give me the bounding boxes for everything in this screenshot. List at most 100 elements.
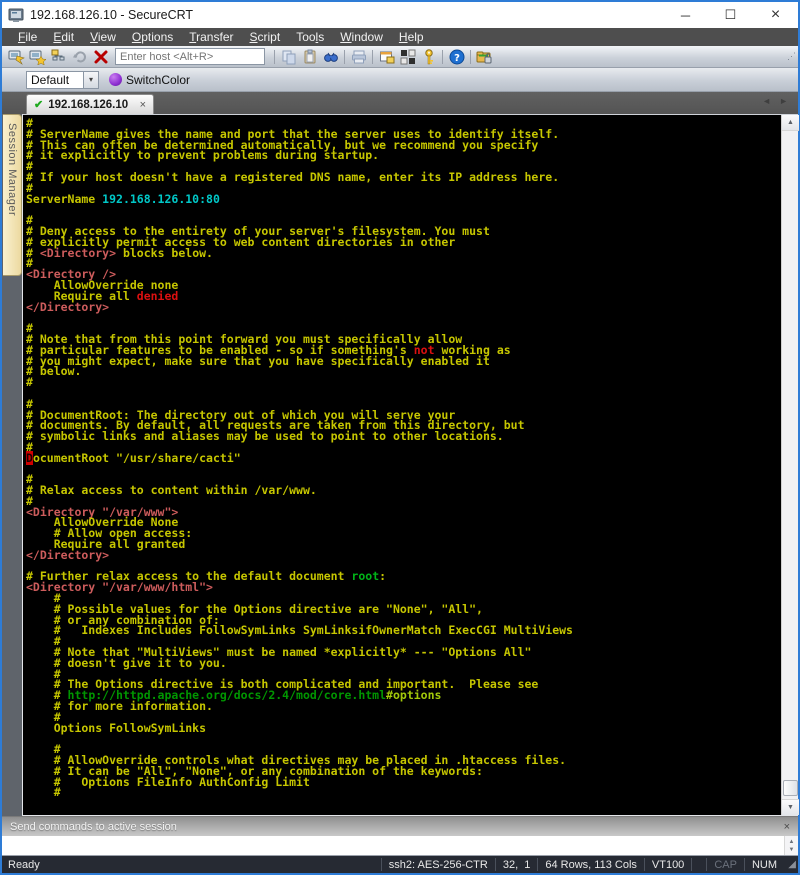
toolbar-separator	[274, 50, 275, 64]
terminal-line: </Directory>	[26, 302, 781, 313]
secondary-toolbar: Default ▾ SwitchColor	[2, 68, 798, 92]
terminal-line: #	[26, 258, 781, 269]
color-dot-icon	[109, 73, 122, 86]
spin-down-icon[interactable]: ▼	[789, 847, 795, 853]
tab-scroll-left-icon[interactable]: ◄	[762, 96, 771, 106]
secure-folder-icon[interactable]	[474, 47, 495, 67]
firewall-dropdown[interactable]: Default ▾	[26, 71, 99, 89]
connect-in-tab-icon[interactable]	[48, 47, 69, 67]
vertical-scrollbar[interactable]: ▲ ▼	[781, 115, 798, 815]
terminal-line: # below.	[26, 366, 781, 377]
toolbar-separator	[372, 50, 373, 64]
command-input[interactable]	[2, 836, 784, 855]
tab-close-icon[interactable]: ×	[140, 99, 146, 111]
scroll-up-icon[interactable]: ▲	[782, 115, 799, 131]
session-manager-strip: Session Manager	[2, 114, 22, 816]
svg-text:?: ?	[454, 53, 460, 64]
command-bar-label: Send commands to active session	[10, 821, 177, 833]
command-input-row: ▲ ▼	[2, 836, 798, 856]
command-bar-close-icon[interactable]: ×	[784, 821, 790, 833]
maximize-button[interactable]: ☐	[708, 2, 753, 28]
keyword-highlight-icon[interactable]	[397, 47, 418, 67]
terminal-line: # you might expect, make sure that you h…	[26, 356, 781, 367]
switchcolor-button[interactable]: SwitchColor	[109, 73, 190, 87]
paste-icon	[299, 47, 320, 67]
terminal-line: Options FollowSymLinks	[26, 723, 781, 734]
menu-transfer[interactable]: Transfer	[181, 28, 241, 46]
reconnect-icon	[69, 47, 90, 67]
terminal-line: Require all granted	[26, 539, 781, 550]
terminal-line: <Directory "/var/www/html">	[26, 582, 781, 593]
terminal-frame: ## ServerName gives the name and port th…	[22, 114, 798, 816]
menu-view[interactable]: View	[82, 28, 124, 46]
menu-tools[interactable]: Tools	[288, 28, 332, 46]
main-toolbar: ? ⋰	[2, 46, 798, 68]
securecrt-window: 192.168.126.10 - SecureCRT ─ ☐ × FileEdi…	[0, 0, 800, 875]
resize-grip-icon[interactable]: ◢	[784, 859, 798, 870]
toolbar-separator	[344, 50, 345, 64]
status-segment: VT100	[644, 858, 691, 871]
status-segment: CAP	[706, 858, 744, 871]
session-manager-tab[interactable]: Session Manager	[3, 114, 22, 276]
terminal-line	[26, 204, 781, 215]
command-history-spinner[interactable]: ▲ ▼	[784, 836, 798, 855]
window-title: 192.168.126.10 - SecureCRT	[30, 8, 193, 22]
host-input[interactable]	[115, 48, 265, 65]
terminal-line: Require all denied	[26, 291, 781, 302]
terminal-screen[interactable]: ## ServerName gives the name and port th…	[23, 115, 781, 815]
status-segment: ssh2: AES-256-CTR	[381, 858, 495, 871]
terminal-line: # <Directory> blocks below.	[26, 248, 781, 259]
menu-help[interactable]: Help	[391, 28, 432, 46]
terminal-line: # for more information.	[26, 701, 781, 712]
tab-scroll-controls: ◄ ►	[762, 96, 788, 106]
terminal-line: # If your host doesn't have a registered…	[26, 172, 781, 183]
close-button[interactable]: ×	[753, 2, 798, 28]
terminal-line: DocumentRoot "/usr/share/cacti"	[26, 453, 781, 464]
help-icon[interactable]: ?	[446, 47, 467, 67]
terminal-line: # doesn't give it to you.	[26, 658, 781, 669]
menu-options[interactable]: Options	[124, 28, 181, 46]
terminal-line: # symbolic links and aliases may be used…	[26, 431, 781, 442]
terminal-line: </Directory>	[26, 550, 781, 561]
key-agent-icon[interactable]	[418, 47, 439, 67]
session-options-icon[interactable]	[376, 47, 397, 67]
app-icon	[8, 7, 24, 23]
tab-bar: ✔ 192.168.126.10 × ◄ ►	[2, 92, 798, 114]
tab-scroll-right-icon[interactable]: ►	[779, 96, 788, 106]
menu-file[interactable]: File	[10, 28, 45, 46]
chevron-down-icon[interactable]: ▾	[84, 71, 99, 89]
terminal-line: # Options FileInfo AuthConfig Limit	[26, 777, 781, 788]
terminal-line: # Relax access to content within /var/ww…	[26, 485, 781, 496]
terminal-line	[26, 464, 781, 475]
quick-connect-icon[interactable]	[6, 47, 27, 67]
connect-icon[interactable]	[27, 47, 48, 67]
status-segment: 64 Rows, 113 Cols	[537, 858, 644, 871]
status-segment	[691, 858, 706, 871]
session-tab-label: 192.168.126.10	[48, 99, 128, 111]
toolbar-separator	[442, 50, 443, 64]
menu-bar: FileEditViewOptionsTransferScriptToolsWi…	[2, 28, 798, 46]
session-tab[interactable]: ✔ 192.168.126.10 ×	[26, 94, 154, 114]
minimize-button[interactable]: ─	[663, 2, 708, 28]
menu-edit[interactable]: Edit	[45, 28, 82, 46]
scroll-down-icon[interactable]: ▼	[782, 799, 799, 815]
status-segment: 32, 1	[495, 858, 538, 871]
status-bar: Ready ssh2: AES-256-CTR32, 164 Rows, 113…	[2, 856, 798, 873]
copy-icon	[278, 47, 299, 67]
toolbar-grip: ⋰	[787, 51, 796, 62]
scrollbar-thumb[interactable]	[783, 780, 798, 796]
find-icon[interactable]	[320, 47, 341, 67]
terminal-line: # it explicitly to prevent problems duri…	[26, 150, 781, 161]
terminal-line: ServerName 192.168.126.10:80	[26, 194, 781, 205]
window-controls: ─ ☐ ×	[663, 2, 798, 28]
main-area: Session Manager ## ServerName gives the …	[2, 114, 798, 816]
command-bar-header: Send commands to active session ×	[2, 816, 798, 836]
menu-script[interactable]: Script	[242, 28, 289, 46]
firewall-dropdown-value[interactable]: Default	[26, 71, 84, 89]
spin-up-icon[interactable]: ▲	[789, 839, 795, 845]
disconnect-icon[interactable]	[90, 47, 111, 67]
terminal-line: # Indexes Includes FollowSymLinks SymLin…	[26, 625, 781, 636]
terminal-line: #	[26, 787, 781, 798]
session-manager-label: Session Manager	[6, 123, 18, 216]
menu-window[interactable]: Window	[332, 28, 391, 46]
